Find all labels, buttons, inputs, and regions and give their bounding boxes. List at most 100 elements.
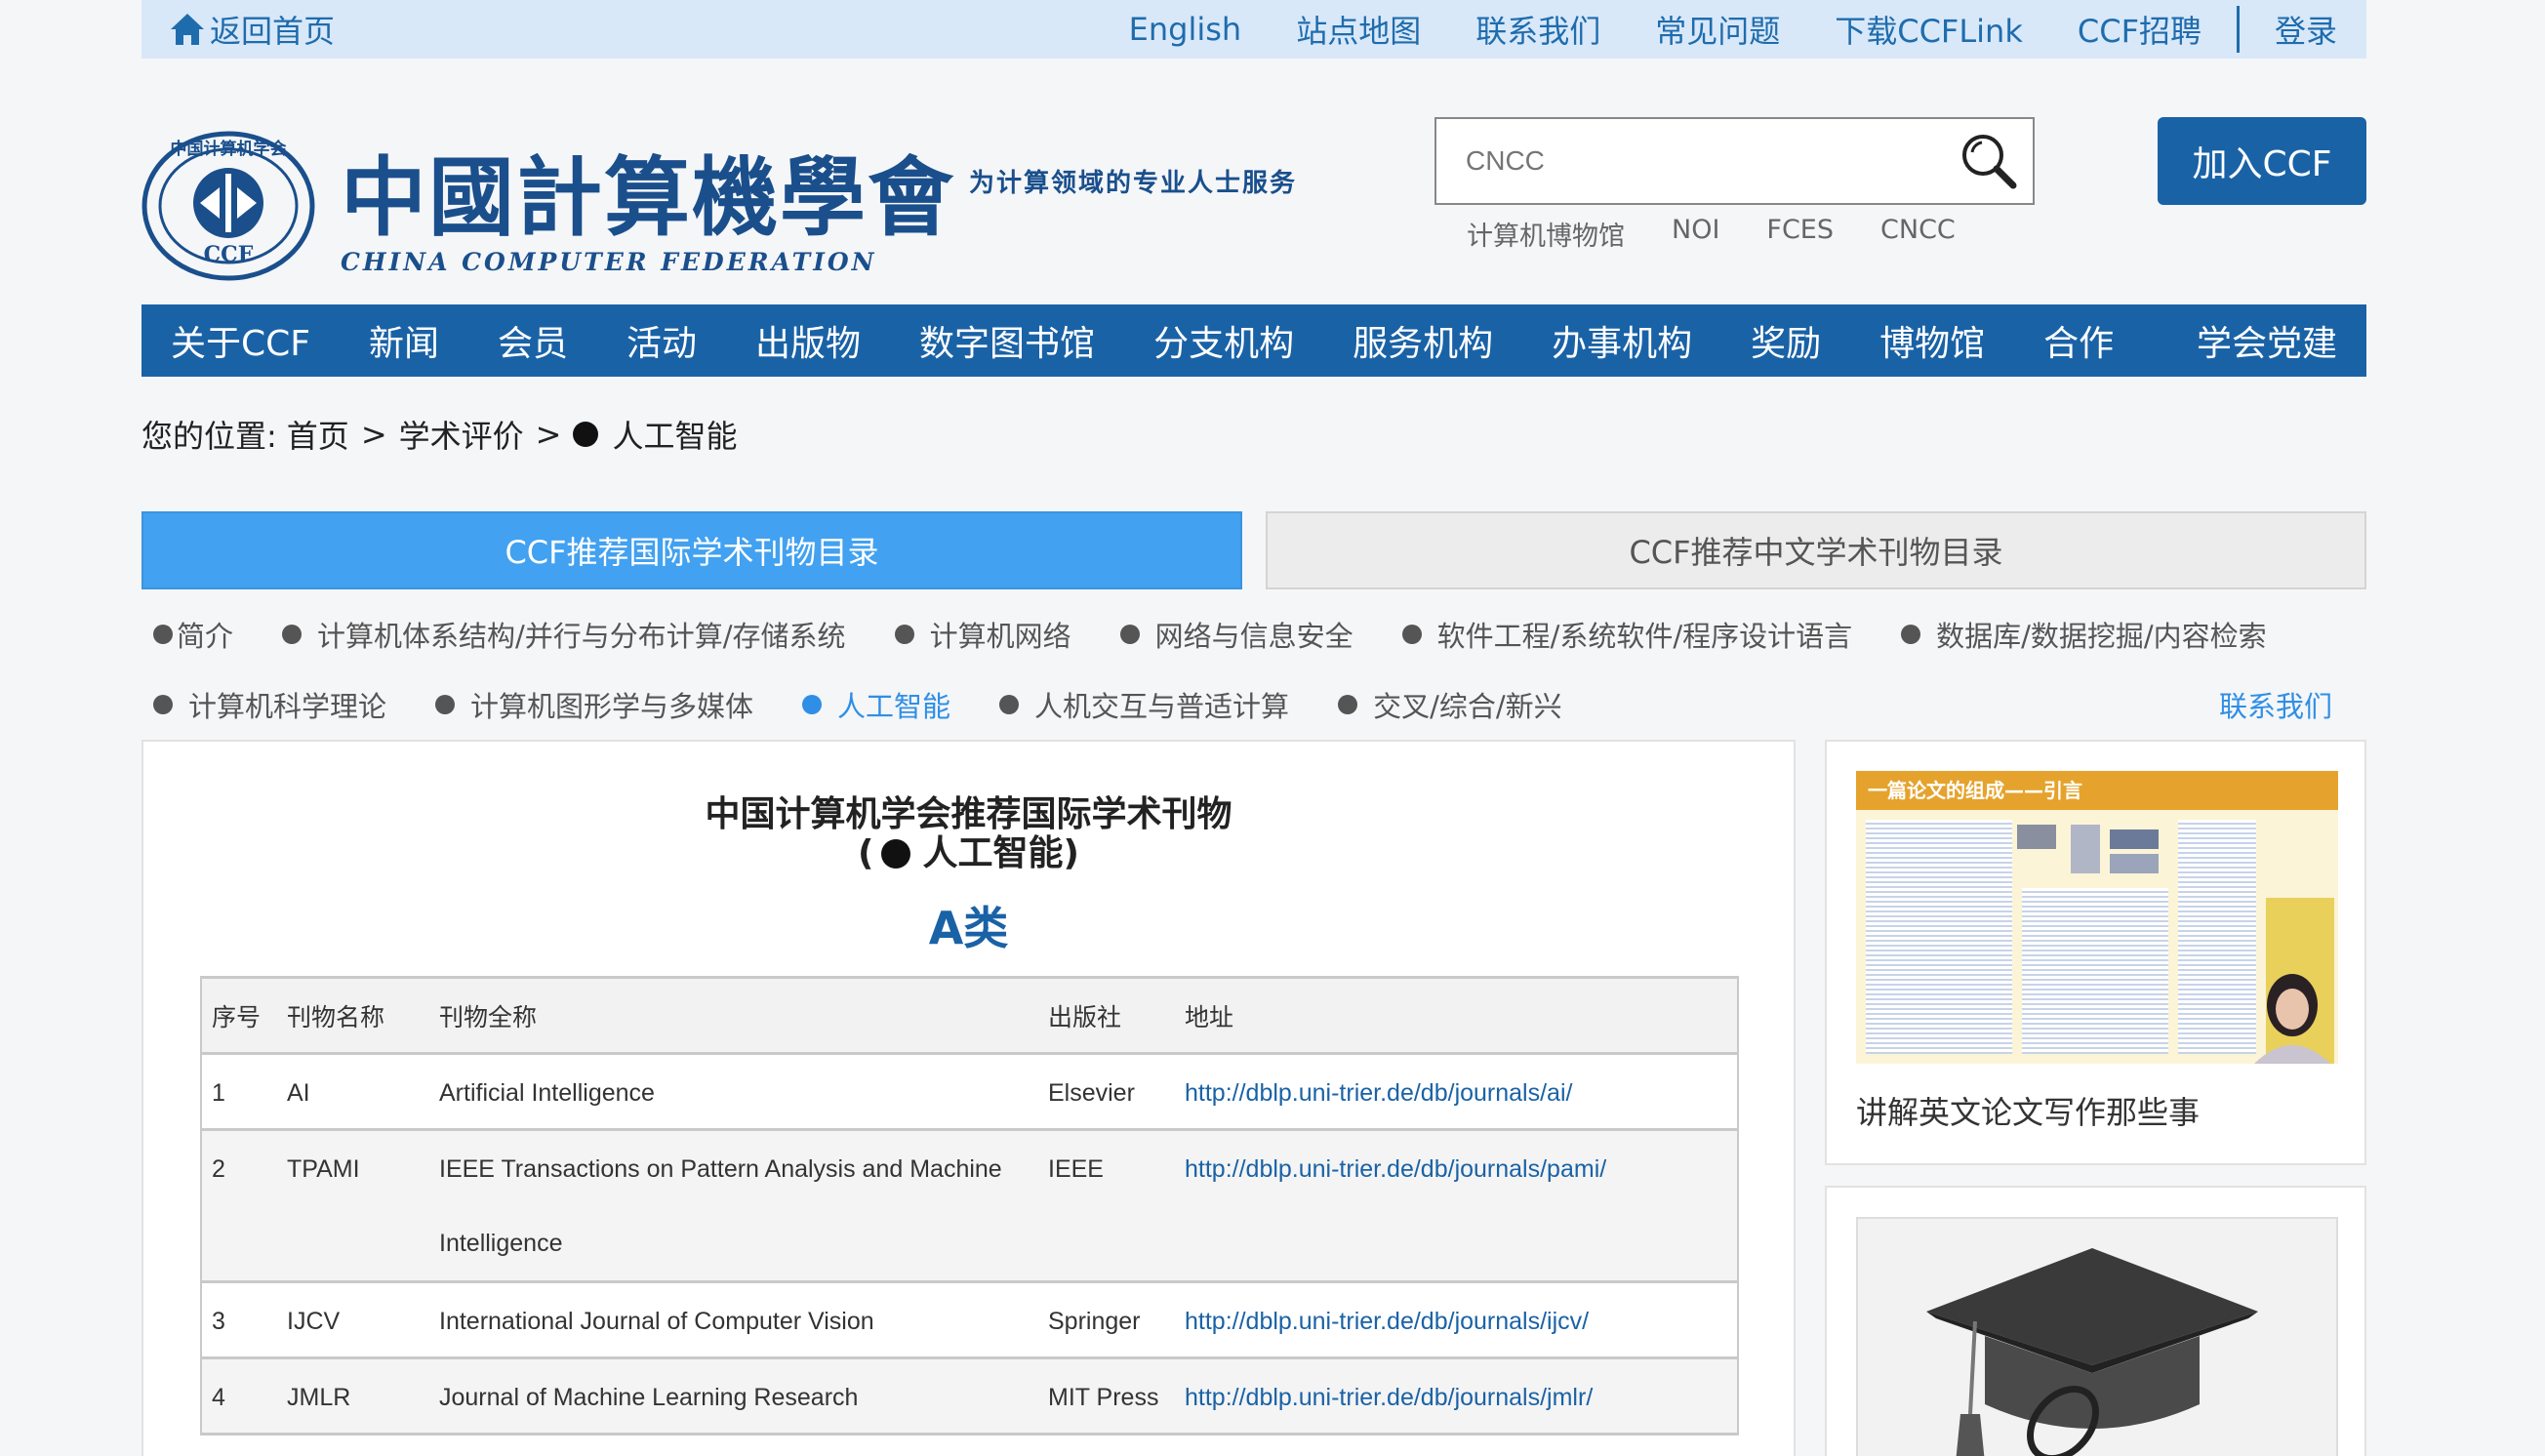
breadcrumb: 您的位置: 首页 > 学术评价 > 人工智能 [141, 410, 2366, 459]
cell-abbr: TPAMI [277, 1128, 429, 1283]
journal-url-link[interactable]: http://dblp.uni-trier.de/db/journals/ai/ [1185, 1079, 1572, 1107]
cell-abbr: AI [277, 1052, 429, 1131]
hot-word[interactable]: NOI [1672, 215, 1719, 253]
home-link-label: 返回首页 [210, 13, 336, 50]
bullet-icon [1119, 625, 1140, 644]
cell-publisher: IEEE [1038, 1128, 1175, 1283]
search-input[interactable] [1436, 119, 1944, 203]
breadcrumb-separator: > [360, 416, 387, 453]
top-divider [2236, 6, 2240, 53]
nav-item-offices[interactable]: 办事机构 [1552, 315, 1692, 366]
card-thumbnail[interactable] [1856, 1217, 2338, 1456]
site-header: 中国计算机学会 CCF 中國計算機學會 为计算领域的专业人士服务 CHINA C… [141, 107, 2366, 281]
breadcrumb-current: 人工智能 [612, 418, 738, 455]
table-row: 1 AI Artificial Intelligence Elsevier ht… [201, 1052, 1738, 1131]
top-link-download-ccflink[interactable]: 下载CCFLink [1835, 7, 2023, 52]
top-link-english[interactable]: English [1129, 11, 1242, 48]
nav-item-events[interactable]: 活动 [626, 315, 697, 366]
bullet-icon [999, 695, 1020, 714]
column-header: 出版社 [1038, 976, 1175, 1055]
video-thumbnail[interactable]: 一篇论文的组成——引言 [1856, 771, 2338, 1064]
category-graphics[interactable]: 计算机图形学与多媒体 [435, 684, 753, 725]
search-box [1434, 117, 2035, 205]
nav-item-party[interactable]: 学会党建 [2197, 315, 2337, 366]
nav-item-news[interactable]: 新闻 [369, 315, 439, 366]
list-subtitle: ( 人工智能) [858, 833, 1079, 873]
journal-url-link[interactable]: http://dblp.uni-trier.de/db/journals/ijc… [1185, 1308, 1589, 1335]
nav-item-publications[interactable]: 出版物 [755, 315, 861, 366]
diagram-thumbnail-icon [2017, 825, 2159, 873]
hot-word[interactable]: CNCC [1880, 215, 1956, 253]
category-ai[interactable]: 人工智能 [802, 684, 950, 725]
category-architecture[interactable]: 计算机体系结构/并行与分布计算/存储系统 [282, 614, 846, 655]
nav-item-cooperation[interactable]: 合作 [2043, 315, 2114, 366]
table-row: 3 IJCV International Journal of Computer… [201, 1280, 1738, 1359]
ccf-logo[interactable]: 中国计算机学会 CCF 中國計算機學會 为计算领域的专业人士服务 CHINA C… [141, 119, 1297, 293]
category-list: 简介 计算机体系结构/并行与分布计算/存储系统 计算机网络 网络与信息安全 软件… [141, 599, 2366, 740]
hot-word[interactable]: FCES [1766, 215, 1834, 253]
journal-url-link[interactable]: http://dblp.uni-trier.de/db/journals/jml… [1185, 1384, 1593, 1411]
category-security[interactable]: 网络与信息安全 [1119, 614, 1353, 655]
column-header: 刊物全称 [429, 976, 1038, 1055]
journal-list-panel: 中国计算机学会推荐国际学术刊物 ( 人工智能) A类 序号 刊物名称 刊物全称 … [141, 740, 1796, 1456]
column-header: 刊物名称 [277, 976, 429, 1055]
cell-full-name: International Journal of Computer Vision [429, 1280, 1038, 1359]
top-link-sitemap[interactable]: 站点地图 [1296, 7, 1421, 52]
contact-link[interactable]: 联系我们 [2219, 684, 2332, 725]
thumbnail-header: 一篇论文的组成——引言 [1856, 771, 2338, 810]
tab-international[interactable]: CCF推荐国际学术刊物目录 [141, 511, 1242, 589]
login-link[interactable]: 登录 [2275, 7, 2337, 52]
search-icon[interactable] [1959, 131, 2019, 191]
seal-abbr: CCF [204, 242, 254, 267]
cell-no: 1 [201, 1052, 277, 1131]
home-link[interactable]: 返回首页 [169, 7, 335, 52]
cell-full-name: Journal of Machine Learning Research [429, 1356, 1038, 1436]
logo-text: 中國計算機學會 为计算领域的专业人士服务 CHINA COMPUTER FEDE… [341, 137, 1297, 276]
category-software[interactable]: 软件工程/系统软件/程序设计语言 [1401, 614, 1852, 655]
nav-item-awards[interactable]: 奖励 [1751, 315, 1821, 366]
video-title[interactable]: 讲解英文论文写作那些事 [1856, 1088, 2200, 1133]
category-network[interactable]: 计算机网络 [894, 614, 1071, 655]
breadcrumb-academic[interactable]: 学术评价 [399, 412, 524, 457]
category-hci[interactable]: 人机交互与普适计算 [999, 684, 1289, 725]
cell-no: 4 [201, 1356, 277, 1436]
breadcrumb-prefix: 您的位置: [141, 418, 277, 455]
category-database[interactable]: 数据库/数据挖掘/内容检索 [1901, 614, 2267, 655]
tab-chinese[interactable]: CCF推荐中文学术刊物目录 [1266, 511, 2366, 589]
cell-full-name: Artificial Intelligence [429, 1052, 1038, 1131]
catalog-tabs: CCF推荐国际学术刊物目录 CCF推荐中文学术刊物目录 [141, 511, 2366, 589]
nav-item-members[interactable]: 会员 [498, 315, 568, 366]
bullet-icon [894, 625, 914, 644]
sidebar-card-2[interactable] [1825, 1186, 2366, 1456]
nav-item-museum[interactable]: 博物馆 [1879, 315, 1985, 366]
journal-url-link[interactable]: http://dblp.uni-trier.de/db/journals/pam… [1185, 1155, 1606, 1183]
breadcrumb-separator: > [535, 416, 562, 453]
hot-search-words: 计算机博物馆 NOI FCES CNCC [1467, 215, 2002, 253]
hot-word[interactable]: 计算机博物馆 [1467, 215, 1625, 253]
cell-abbr: IJCV [277, 1280, 429, 1359]
nav-item-about[interactable]: 关于CCF [171, 315, 310, 366]
cell-no: 3 [201, 1280, 277, 1359]
nav-item-branches[interactable]: 分支机构 [1153, 315, 1294, 366]
top-link-contact[interactable]: 联系我们 [1475, 7, 1600, 52]
join-ccf-button[interactable]: 加入CCF [2158, 117, 2366, 205]
list-title: 中国计算机学会推荐国际学术刊物 [705, 794, 1232, 834]
breadcrumb-home[interactable]: 首页 [287, 412, 349, 457]
bullet-icon [802, 695, 823, 714]
sidebar-video-card[interactable]: 一篇论文的组成——引言 讲解英文论文写作那些事 [1825, 740, 2366, 1165]
bullet-icon [282, 625, 303, 644]
column-header: 地址 [1175, 976, 1738, 1055]
nav-item-service[interactable]: 服务机构 [1353, 315, 1493, 366]
top-bar: 返回首页 English 站点地图 联系我们 常见问题 下载CCFLink CC… [141, 0, 2366, 59]
bullet-icon [153, 695, 173, 714]
category-intro[interactable]: 简介 [153, 614, 233, 655]
table-header-row: 序号 刊物名称 刊物全称 出版社 地址 [201, 976, 1738, 1055]
table-row: 4 JMLR Journal of Machine Learning Resea… [201, 1356, 1738, 1436]
nav-item-digital-library[interactable]: 数字图书馆 [919, 315, 1095, 366]
bullet-icon [1338, 695, 1358, 714]
category-theory[interactable]: 计算机科学理论 [153, 684, 386, 725]
top-link-faq[interactable]: 常见问题 [1655, 7, 1780, 52]
cell-no: 2 [201, 1128, 277, 1283]
top-link-recruit[interactable]: CCF招聘 [2078, 7, 2202, 52]
category-interdisciplinary[interactable]: 交叉/综合/新兴 [1338, 684, 1562, 725]
